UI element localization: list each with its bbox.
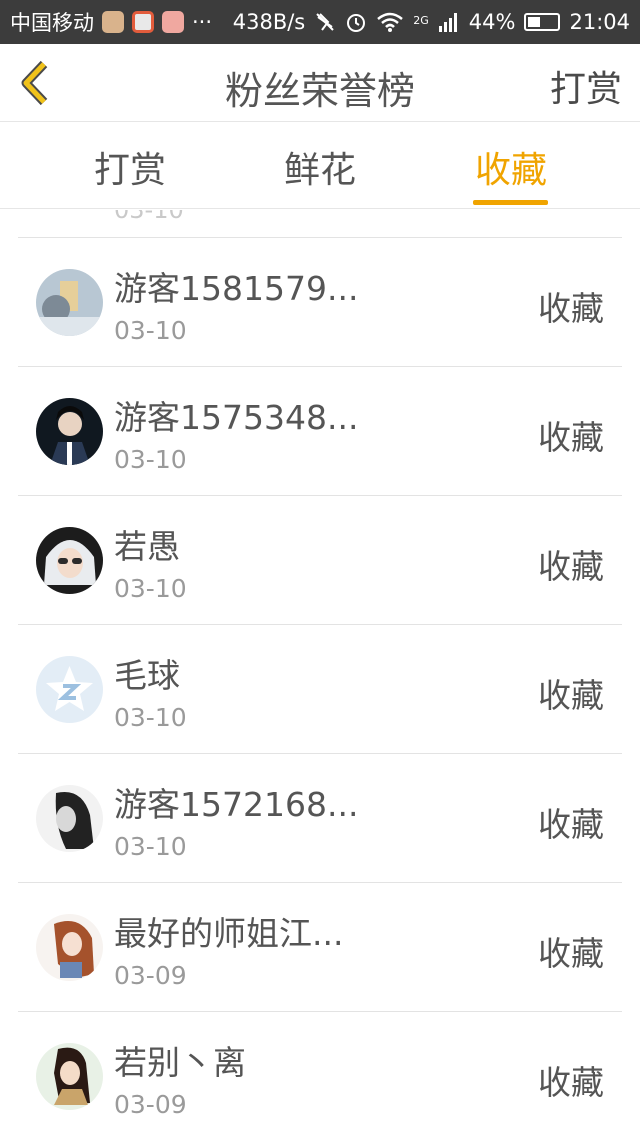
user-name: 游客1572168... [114, 785, 359, 824]
item-date: 03-10 [114, 574, 187, 603]
avatar [36, 656, 103, 723]
reward-button[interactable]: 打赏 [550, 60, 622, 112]
item-type: 收藏 [538, 676, 604, 715]
user-name: 若别丶离 [114, 1043, 246, 1082]
item-date: 03-10 [114, 445, 187, 474]
item-date: 03-09 [114, 961, 187, 990]
list-item[interactable]: 03-10 [18, 210, 622, 238]
clock: 21:04 [569, 10, 630, 34]
list-item[interactable]: 游客1575348... 03-10 收藏 [18, 367, 622, 496]
item-date: 03-10 [114, 210, 184, 224]
item-type: 收藏 [538, 805, 604, 844]
app-notification-icon [132, 11, 154, 33]
user-name: 游客1575348... [114, 398, 359, 437]
active-tab-indicator [473, 200, 548, 205]
user-name: 最好的师姐江... [114, 914, 344, 953]
app-notification-icon [102, 11, 124, 33]
item-date: 03-10 [114, 703, 187, 732]
item-type: 收藏 [538, 1063, 604, 1102]
list-item[interactable]: 毛球 03-10 收藏 [18, 625, 622, 754]
avatar [36, 398, 103, 465]
carrier-label: 中国移动 [10, 11, 94, 35]
user-name: 游客1581579... [114, 269, 359, 308]
signal-icon [438, 13, 457, 32]
avatar [36, 269, 103, 336]
page-title: 粉丝荣誉榜 [224, 69, 415, 113]
app-notification-icon [162, 11, 184, 33]
navigation-bar: 粉丝荣誉榜 打赏 [0, 44, 640, 122]
status-bar: 中国移动 ··· 438B/s 2G 44% 21:04 [0, 0, 640, 44]
mute-icon [316, 13, 334, 31]
tab-flowers[interactable]: 鲜花 [260, 141, 380, 193]
list-item[interactable]: 游客1581579... 03-10 收藏 [18, 238, 622, 367]
item-type: 收藏 [538, 547, 604, 586]
item-date: 03-10 [114, 316, 187, 345]
list-item[interactable]: 最好的师姐江... 03-09 收藏 [18, 883, 622, 1012]
list-item[interactable]: 游客1572168... 03-10 收藏 [18, 754, 622, 883]
avatar [36, 914, 103, 981]
tab-bar: 打赏 鲜花 收藏 [0, 123, 640, 209]
list-item[interactable]: 若别丶离 03-09 收藏 [18, 1012, 622, 1138]
item-type: 收藏 [538, 289, 604, 328]
wifi-icon [377, 12, 404, 32]
battery-percent: 44% [468, 10, 516, 34]
tab-favorites[interactable]: 收藏 [451, 141, 571, 193]
item-type: 收藏 [538, 934, 604, 973]
user-name: 若愚 [114, 527, 180, 566]
fan-ranking-list[interactable]: 03-10 游客1581579... 03-10 收藏 游客1575348... [0, 210, 640, 1138]
item-type: 收藏 [538, 418, 604, 457]
avatar [36, 1043, 103, 1110]
tab-reward[interactable]: 打赏 [70, 141, 190, 193]
avatar [36, 527, 103, 594]
net-speed: 438B/s [232, 10, 306, 34]
avatar [36, 785, 103, 852]
alarm-icon [347, 14, 366, 32]
item-date: 03-09 [114, 1090, 187, 1119]
more-notifications-icon: ··· [192, 10, 213, 34]
list-item[interactable]: 若愚 03-10 收藏 [18, 496, 622, 625]
user-name: 毛球 [114, 656, 180, 695]
network-type: 2G [413, 14, 429, 27]
item-date: 03-10 [114, 832, 187, 861]
battery-icon [524, 13, 561, 31]
